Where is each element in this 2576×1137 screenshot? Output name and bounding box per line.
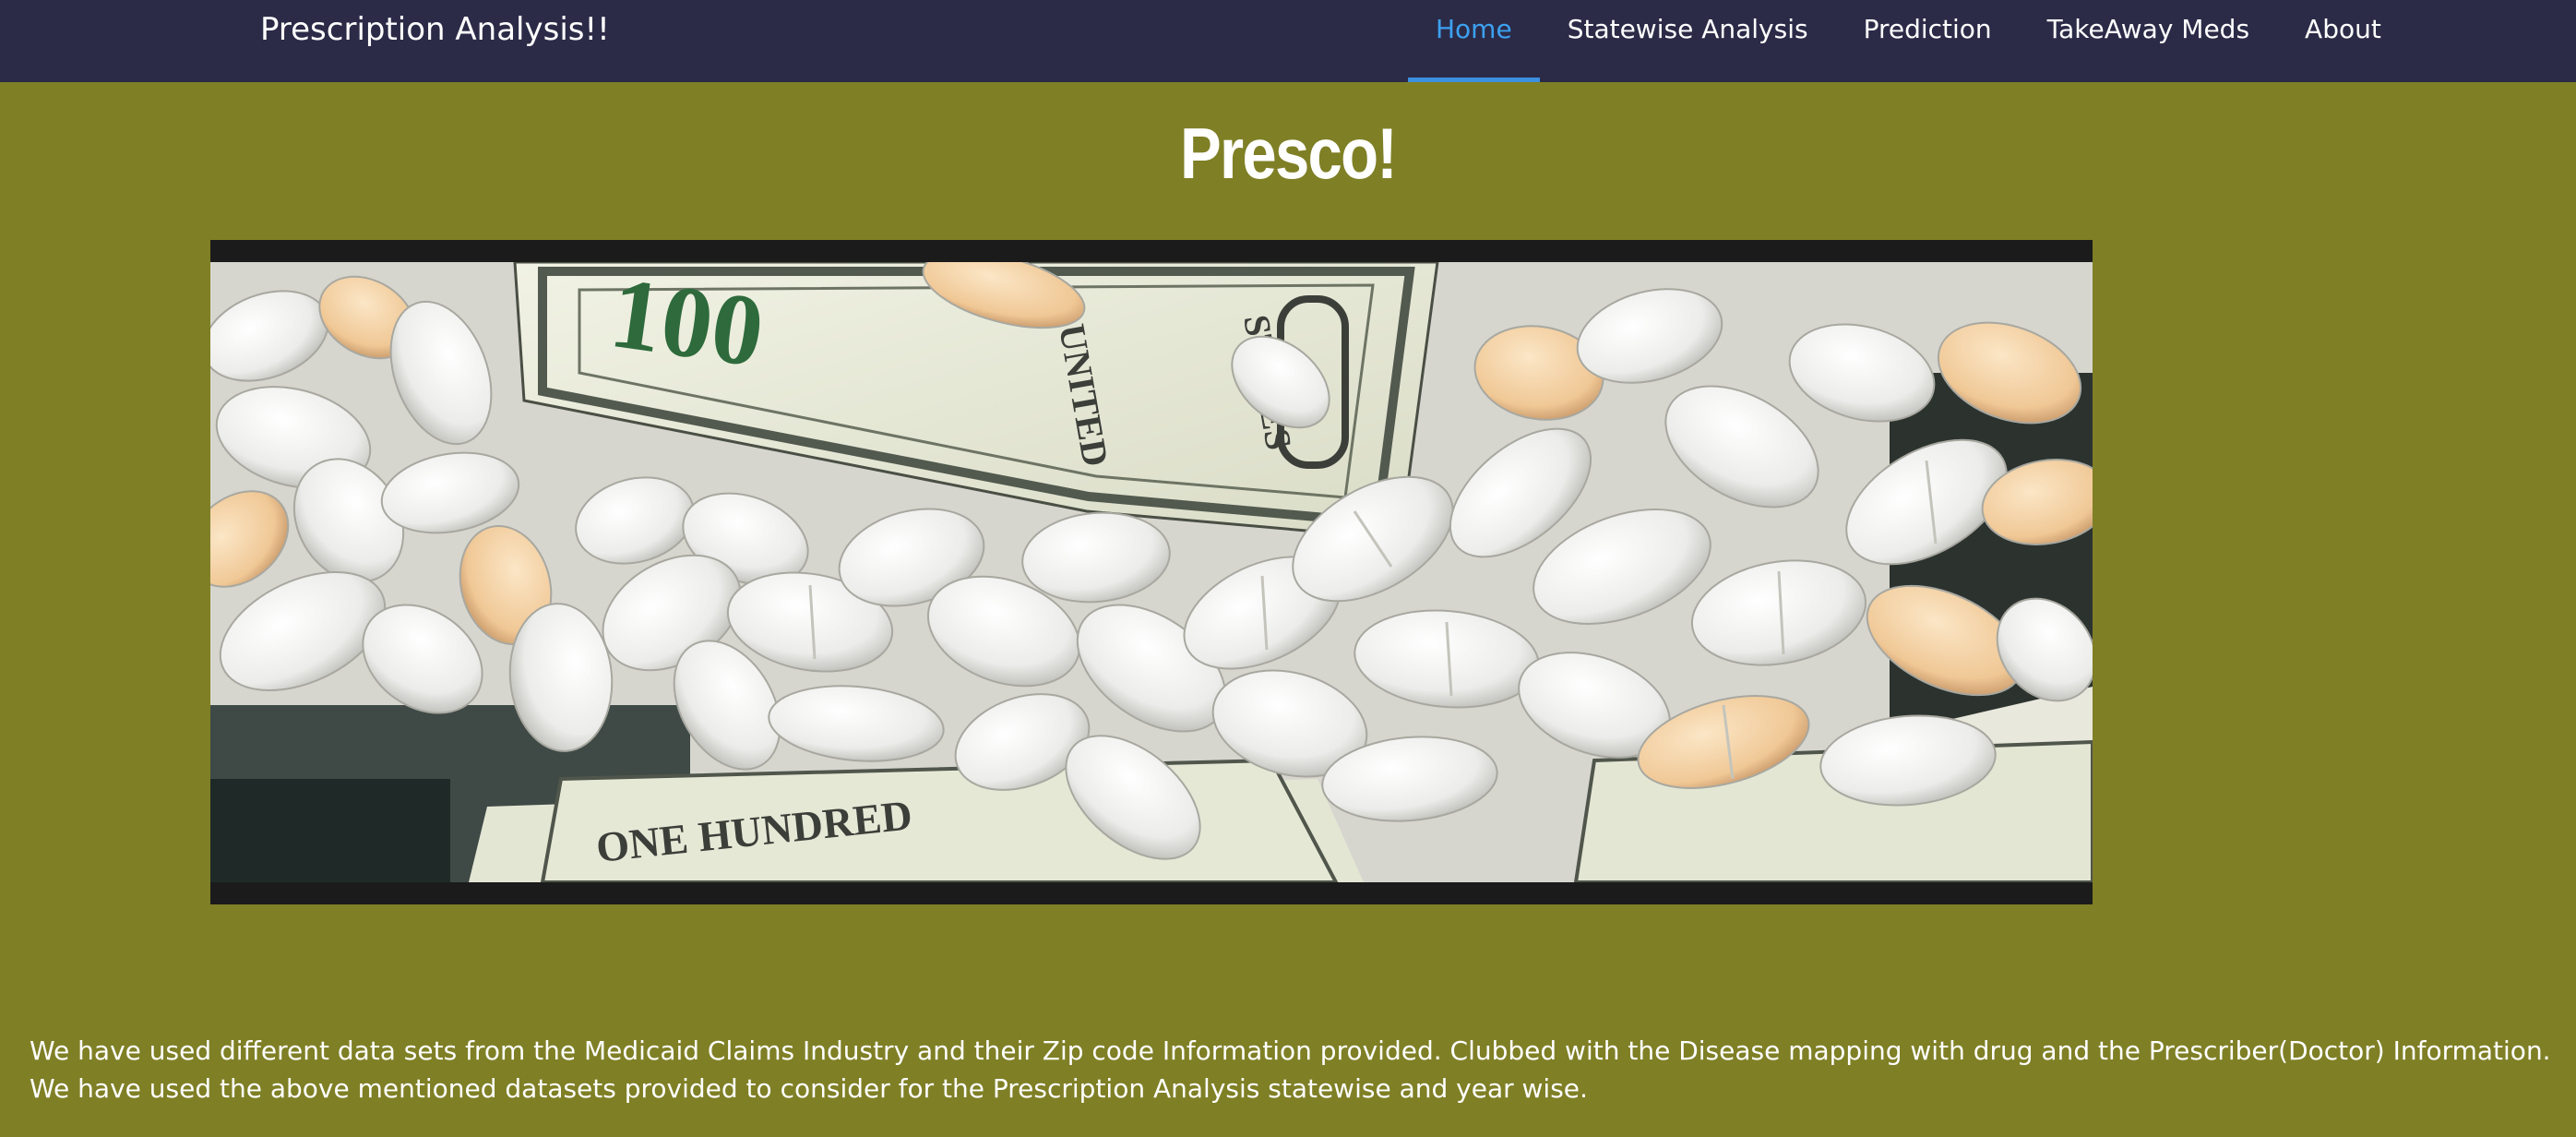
nav-links: Home Statewise Analysis Prediction TakeA… [1408,0,2409,82]
description-text: We have used different data sets from th… [30,1035,2551,1104]
hero-image-pills-and-money: 100 UNITED STATES ONE HUNDRED [210,262,2093,882]
nav-item-statewise-analysis[interactable]: Statewise Analysis [1540,0,1836,82]
nav-item-about[interactable]: About [2277,0,2409,82]
nav-item-takeaway-meds[interactable]: TakeAway Meds [2020,0,2277,82]
hero-image-frame: 100 UNITED STATES ONE HUNDRED [210,240,2093,904]
brand-link[interactable]: Prescription Analysis!! [260,11,610,48]
svg-text:100: 100 [604,262,770,389]
nav-item-prediction[interactable]: Prediction [1836,0,2020,82]
nav-item-home[interactable]: Home [1408,0,1540,82]
top-navbar: Prescription Analysis!! Home Statewise A… [0,0,2576,82]
page-title: Presco! [1179,113,1398,194]
